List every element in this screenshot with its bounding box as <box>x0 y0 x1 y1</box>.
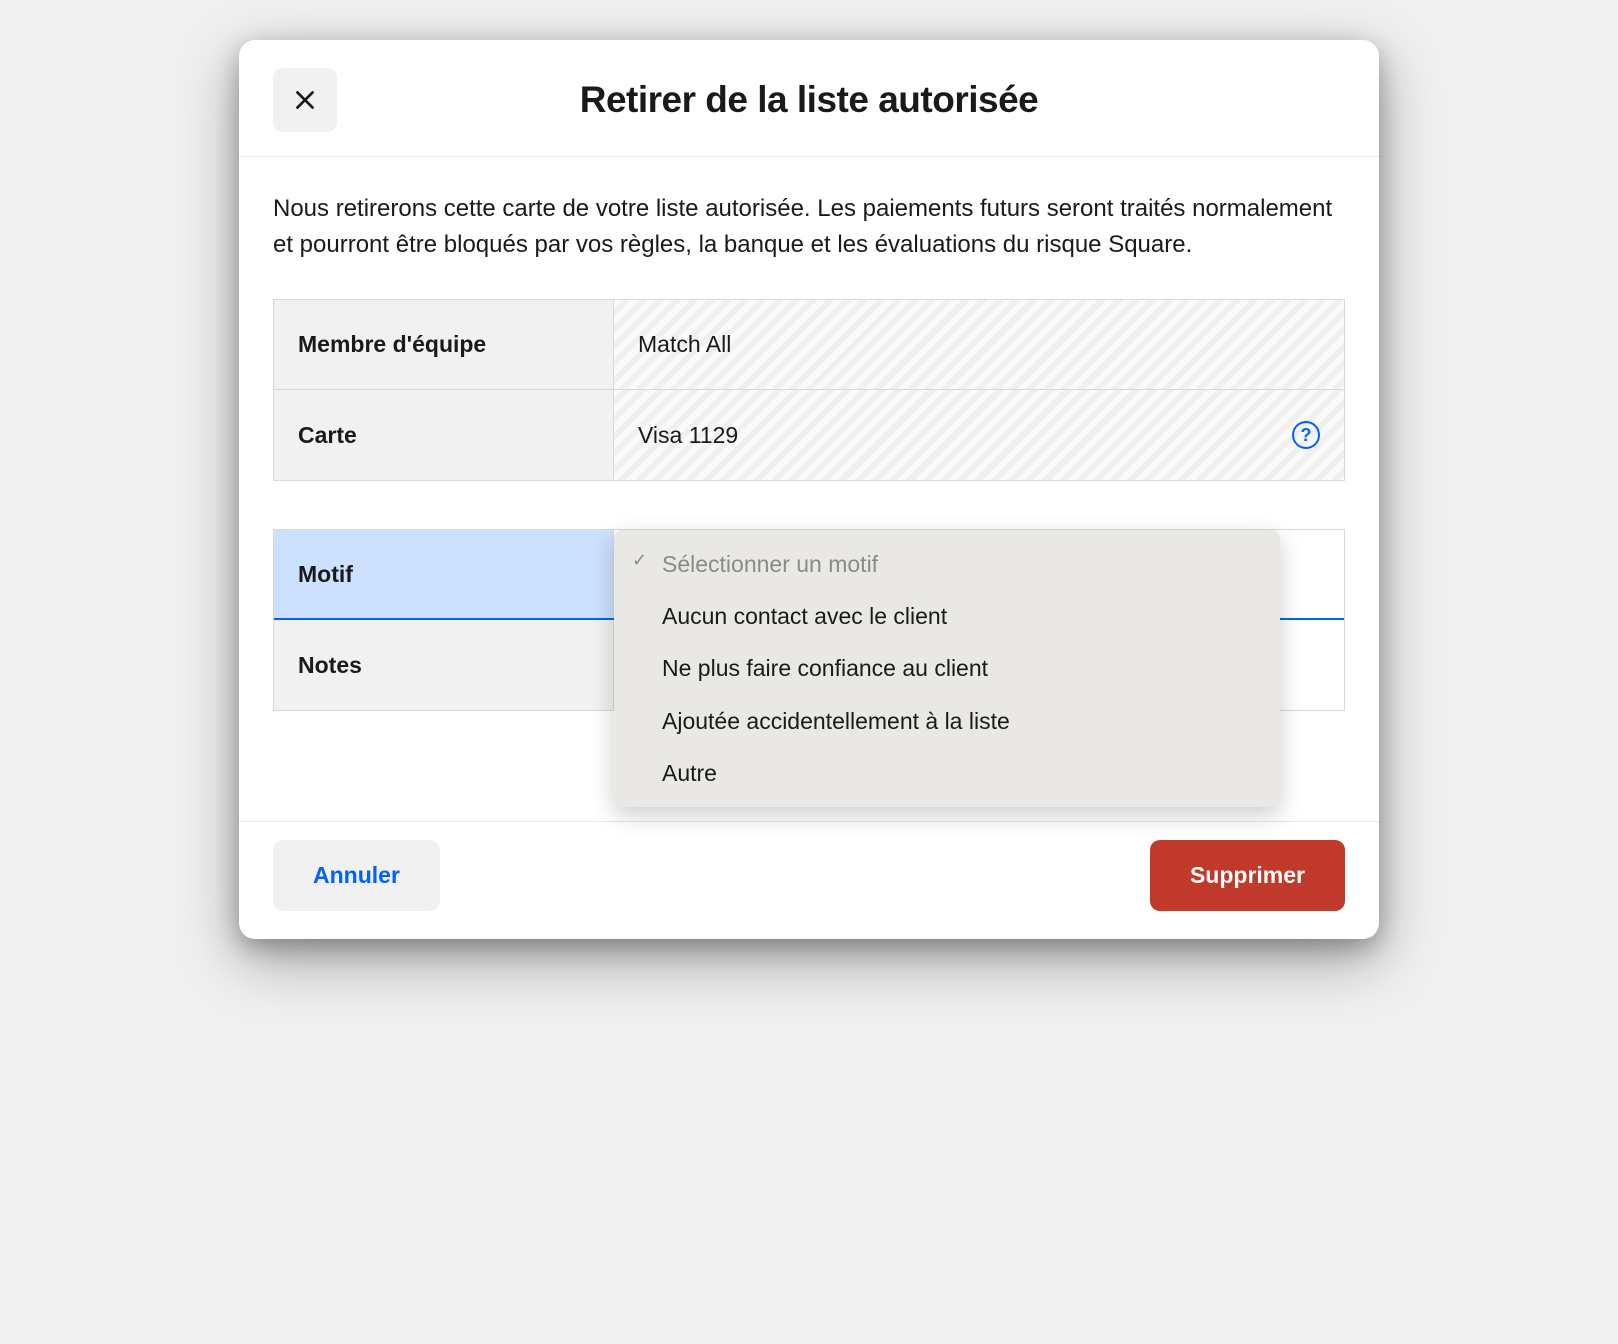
dropdown-placeholder[interactable]: Sélectionner un motif <box>614 538 1280 590</box>
modal-title: Retirer de la liste autorisée <box>337 79 1345 121</box>
team-member-label: Membre d'équipe <box>274 300 614 389</box>
dropdown-option-no-trust[interactable]: Ne plus faire confiance au client <box>614 642 1280 694</box>
remove-from-allowlist-modal: Retirer de la liste autorisée Nous retir… <box>239 40 1379 939</box>
team-member-value: Match All <box>614 300 1344 389</box>
dropdown-option-added-accidentally[interactable]: Ajoutée accidentellement à la liste <box>614 695 1280 747</box>
card-value: Visa 1129 ? <box>614 390 1344 480</box>
dropdown-option-other[interactable]: Autre <box>614 747 1280 799</box>
reason-label: Motif <box>274 530 614 618</box>
info-table: Membre d'équipe Match All Carte Visa 112… <box>273 299 1345 481</box>
modal-body: Nous retirerons cette carte de votre lis… <box>239 157 1379 731</box>
reason-select-cell[interactable]: Sélectionner un motif Aucun contact avec… <box>614 530 1344 618</box>
card-label: Carte <box>274 390 614 480</box>
modal-header: Retirer de la liste autorisée <box>239 40 1379 157</box>
modal-footer: Annuler Supprimer <box>239 821 1379 939</box>
form-table: Motif Sélectionner un motif Aucun contac… <box>273 529 1345 711</box>
dropdown-option-no-contact[interactable]: Aucun contact avec le client <box>614 590 1280 642</box>
help-icon[interactable]: ? <box>1292 421 1320 449</box>
cancel-button[interactable]: Annuler <box>273 840 440 911</box>
delete-button[interactable]: Supprimer <box>1150 840 1345 911</box>
reason-dropdown-menu: Sélectionner un motif Aucun contact avec… <box>614 530 1280 807</box>
card-value-text: Visa 1129 <box>638 422 738 449</box>
form-row-reason: Motif Sélectionner un motif Aucun contac… <box>274 530 1344 620</box>
info-row-card: Carte Visa 1129 ? <box>274 390 1344 480</box>
info-row-team-member: Membre d'équipe Match All <box>274 300 1344 390</box>
modal-description: Nous retirerons cette carte de votre lis… <box>273 191 1345 263</box>
close-button[interactable] <box>273 68 337 132</box>
close-icon <box>292 87 318 113</box>
notes-label: Notes <box>274 620 614 710</box>
